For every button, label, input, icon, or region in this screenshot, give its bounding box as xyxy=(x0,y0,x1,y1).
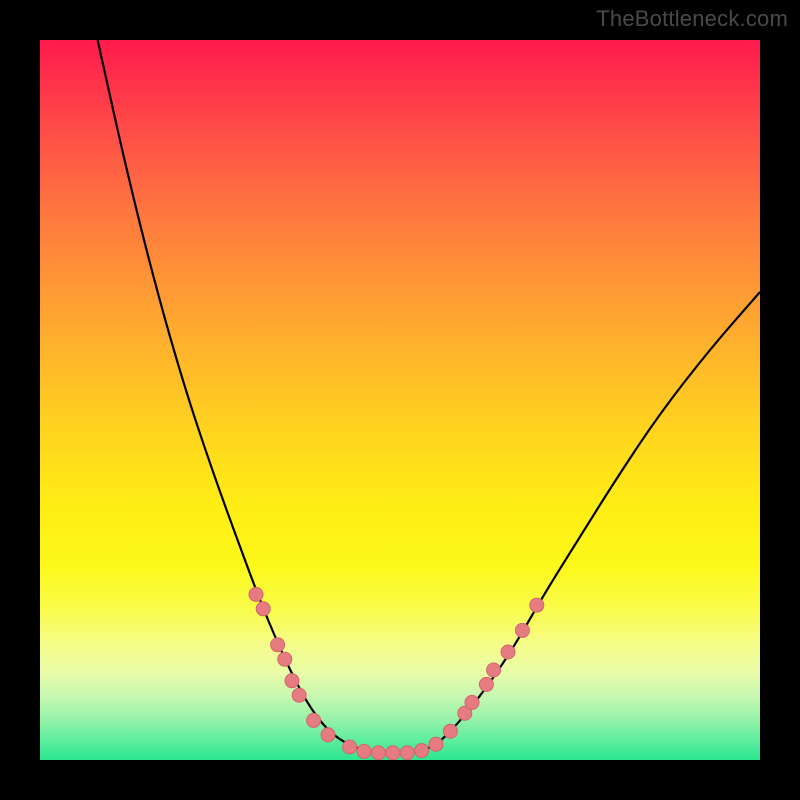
data-marker xyxy=(530,598,544,612)
data-marker xyxy=(256,602,270,616)
data-markers xyxy=(249,587,544,759)
data-marker xyxy=(443,724,457,738)
data-marker xyxy=(271,638,285,652)
data-marker xyxy=(321,728,335,742)
data-marker xyxy=(487,663,501,677)
data-marker xyxy=(343,740,357,754)
data-marker xyxy=(479,677,493,691)
data-marker xyxy=(357,744,371,758)
data-marker xyxy=(292,688,306,702)
data-marker xyxy=(307,713,321,727)
data-marker xyxy=(371,746,385,760)
data-marker xyxy=(429,737,443,751)
data-marker xyxy=(386,746,400,760)
data-marker xyxy=(285,674,299,688)
plot-area xyxy=(40,40,760,760)
source-watermark: TheBottleneck.com xyxy=(596,6,788,32)
data-marker xyxy=(465,695,479,709)
data-marker xyxy=(415,744,429,758)
chart-frame: TheBottleneck.com xyxy=(0,0,800,800)
data-marker xyxy=(400,746,414,760)
data-marker xyxy=(458,706,472,720)
data-marker xyxy=(249,587,263,601)
data-marker xyxy=(278,652,292,666)
data-marker xyxy=(501,645,515,659)
bottleneck-curve xyxy=(40,40,760,760)
curve-path xyxy=(98,40,760,753)
data-marker xyxy=(515,623,529,637)
